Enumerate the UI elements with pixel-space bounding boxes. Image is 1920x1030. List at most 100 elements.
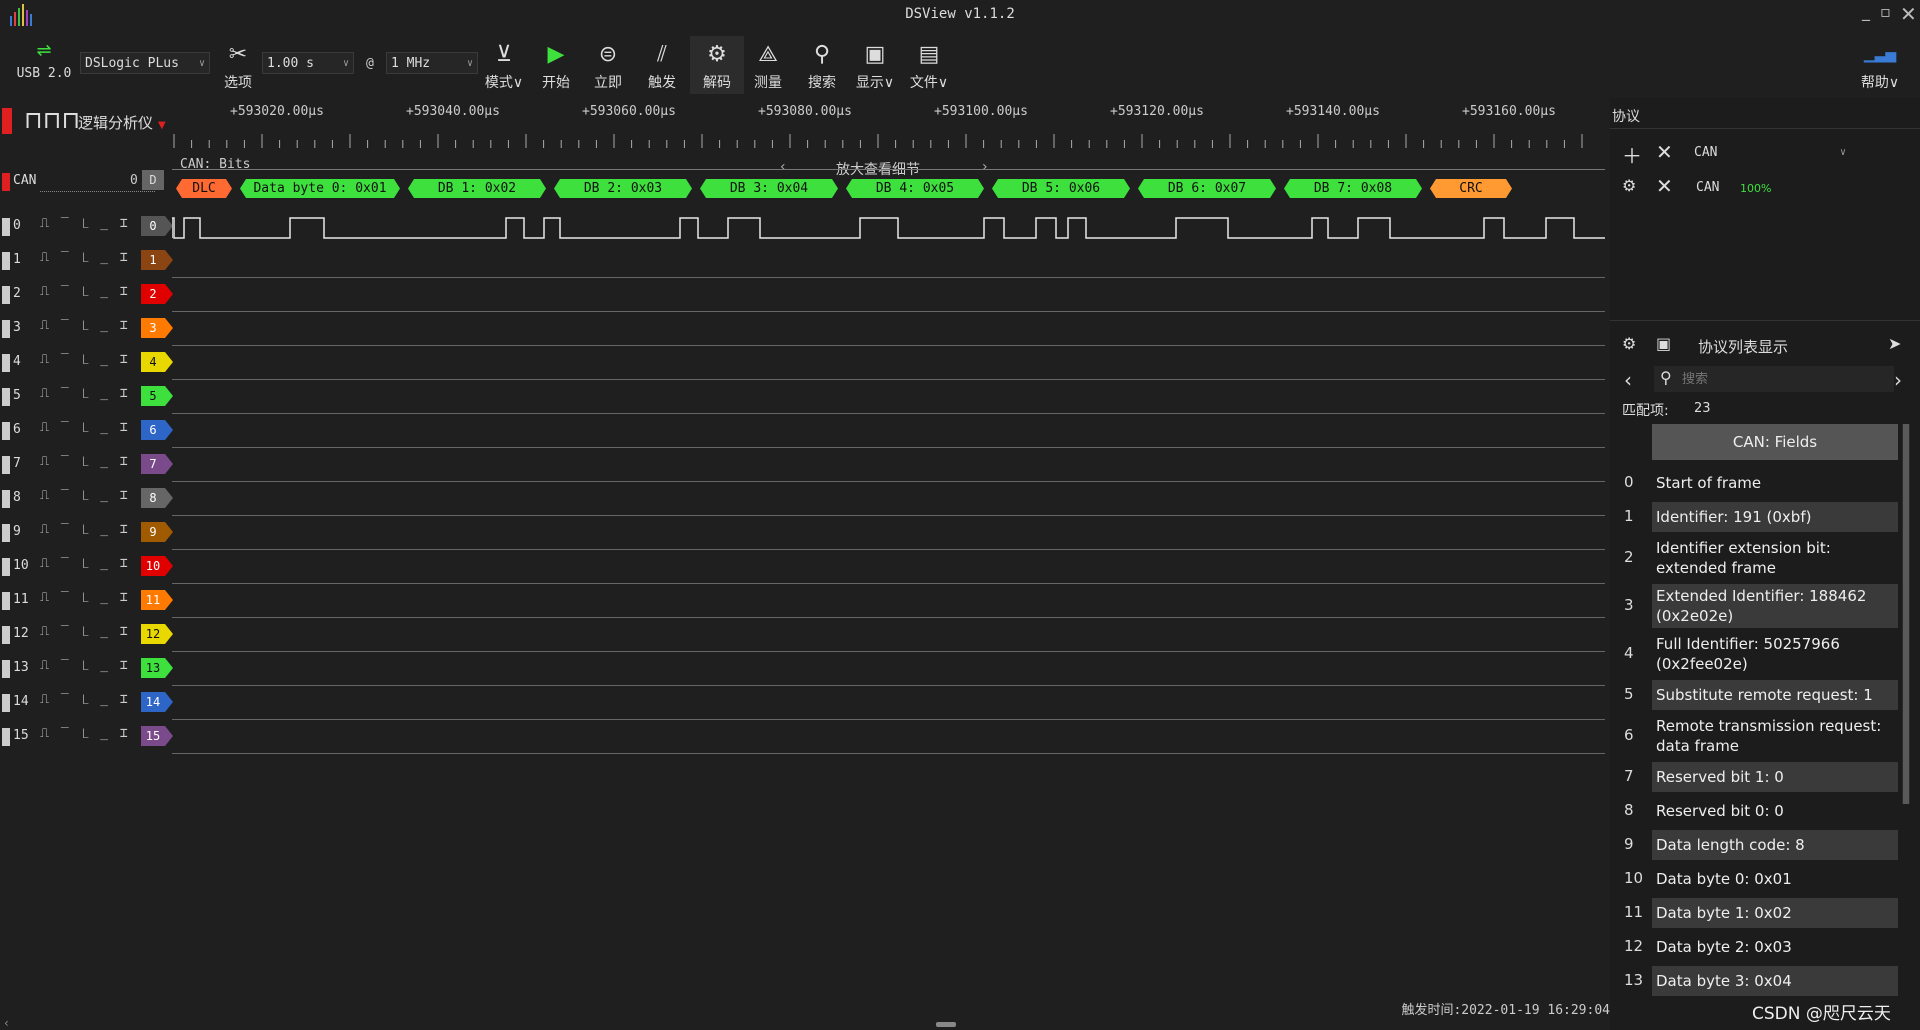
channel-tag[interactable]: 9 (141, 522, 173, 542)
next-match-icon[interactable]: › (1894, 368, 1902, 392)
channel-marker[interactable] (2, 626, 10, 644)
channel-tag[interactable]: 12 (141, 624, 173, 644)
horizontal-scrollbar[interactable]: ‹ (0, 1016, 1605, 1030)
channel-row[interactable]: 10 ⎍ ‾ ⎿ _ ⌶ 10 (0, 550, 1605, 584)
channel-marker[interactable] (2, 422, 10, 440)
trigger-options[interactable]: ⎍ ‾ ⎿ _ ⌶ (40, 488, 130, 503)
channel-tag[interactable]: 14 (141, 692, 173, 712)
close-icon[interactable]: ✕ (1900, 2, 1917, 26)
trigger-options[interactable]: ⎍ ‾ ⎿ _ ⌶ (40, 726, 130, 741)
decoder-row-can[interactable]: CAN 0 D CAN: Bits 放大查看细节 ‹ › DLC Data byt… (0, 157, 1605, 199)
search-input[interactable] (1680, 368, 1884, 390)
channel-marker[interactable] (2, 218, 10, 236)
list-settings-icon[interactable]: ⚙ (1622, 334, 1636, 353)
field-row[interactable]: 3 Extended Identifier: 188462 (0x2e02e) (1610, 584, 1900, 628)
file-button[interactable]: ▤ 文件∨ (906, 40, 952, 92)
trigger-options[interactable]: ⎍ ‾ ⎿ _ ⌶ (40, 420, 130, 435)
channel-tag[interactable]: 13 (141, 658, 173, 678)
duration-select[interactable]: 1.00 s ∨ (262, 52, 354, 74)
channel-marker[interactable] (2, 252, 10, 270)
field-row[interactable]: 1 Identifier: 191 (0xbf) (1610, 502, 1900, 532)
delete-protocol-icon[interactable]: ✕ (1656, 174, 1673, 198)
decoded-frame[interactable]: DB 4: 0x05 (846, 179, 984, 198)
mode-button[interactable]: ⊻ 模式∨ (482, 40, 526, 92)
device-select[interactable]: DSLogic PLus ∨ (80, 52, 210, 74)
channel-tag[interactable]: 2 (141, 284, 173, 304)
vertical-scrollbar[interactable] (1902, 424, 1910, 804)
trigger-options[interactable]: ⎍ ‾ ⎿ _ ⌶ (40, 590, 130, 605)
trigger-options[interactable]: ⎍ ‾ ⎿ _ ⌶ (40, 454, 130, 469)
field-row[interactable]: 2 Identifier extension bit: extended fra… (1610, 536, 1900, 580)
trigger-options[interactable]: ⎍ ‾ ⎿ _ ⌶ (40, 556, 130, 571)
field-row[interactable]: 10 Data byte 0: 0x01 (1610, 864, 1900, 894)
channel-row[interactable]: 0 ⎍ ‾ ⎿ _ ⌶ 0 (0, 210, 1605, 244)
trigger-options[interactable]: ⎍ ‾ ⎿ _ ⌶ (40, 352, 130, 367)
field-row[interactable]: 11 Data byte 1: 0x02 (1610, 898, 1900, 928)
trigger-button[interactable]: ⫽ 触发 (640, 40, 684, 92)
trigger-options[interactable]: ⎍ ‾ ⎿ _ ⌶ (40, 216, 130, 231)
field-row[interactable]: 13 Data byte 3: 0x04 (1610, 966, 1900, 996)
decoded-frame[interactable]: CRC (1430, 179, 1512, 198)
field-row[interactable]: 8 Reserved bit 0: 0 (1610, 796, 1900, 826)
instant-button[interactable]: ⊜ 立即 (586, 40, 630, 92)
channel-row[interactable]: 4 ⎍ ‾ ⎿ _ ⌶ 4 (0, 346, 1605, 380)
prev-match-icon[interactable]: ‹ (1624, 368, 1632, 392)
field-row[interactable]: 9 Data length code: 8 (1610, 830, 1900, 860)
channel-row[interactable]: 3 ⎍ ‾ ⎿ _ ⌶ 3 (0, 312, 1605, 346)
channel-marker[interactable] (2, 728, 10, 746)
channel-row[interactable]: 11 ⎍ ‾ ⎿ _ ⌶ 11 (0, 584, 1605, 618)
help-button[interactable]: ▁▃▅ 帮助∨ (1852, 40, 1908, 92)
field-row[interactable]: 6 Remote transmission request: data fram… (1610, 714, 1900, 758)
channel-tag[interactable]: 1 (141, 250, 173, 270)
channel-row[interactable]: 1 ⎍ ‾ ⎿ _ ⌶ 1 (0, 244, 1605, 278)
channel-tag[interactable]: 15 (141, 726, 173, 746)
decode-button[interactable]: ⚙ 解码 (690, 36, 744, 94)
channel-marker[interactable] (2, 490, 10, 508)
search-box[interactable]: ⚲ (1654, 366, 1894, 392)
field-row[interactable]: 7 Reserved bit 1: 0 (1610, 762, 1900, 792)
channel-marker[interactable] (2, 456, 10, 474)
decoded-frame[interactable]: DB 3: 0x04 (700, 179, 838, 198)
channel-row[interactable]: 14 ⎍ ‾ ⎿ _ ⌶ 14 (0, 686, 1605, 720)
add-protocol-icon[interactable]: ＋ (1622, 140, 1642, 169)
channel-marker[interactable] (2, 592, 10, 610)
trigger-options[interactable]: ⎍ ‾ ⎿ _ ⌶ (40, 658, 130, 673)
decoded-frame[interactable]: DB 6: 0x07 (1138, 179, 1276, 198)
decoded-frame[interactable]: Data byte 0: 0x01 (240, 179, 400, 198)
channel-marker[interactable] (2, 524, 10, 542)
start-button[interactable]: ▶ 开始 (534, 40, 578, 92)
channel-row[interactable]: 8 ⎍ ‾ ⎿ _ ⌶ 8 (0, 482, 1605, 516)
channel-marker[interactable] (2, 660, 10, 678)
decoded-frame[interactable]: DLC (176, 179, 232, 198)
remove-protocol-icon[interactable]: ✕ (1656, 140, 1673, 164)
scroll-thumb[interactable] (936, 1022, 956, 1027)
channel-row[interactable]: 12 ⎍ ‾ ⎿ _ ⌶ 12 (0, 618, 1605, 652)
channel-tag[interactable]: 7 (141, 454, 173, 474)
scroll-left-icon[interactable]: ‹ (4, 1016, 9, 1030)
trigger-options[interactable]: ⎍ ‾ ⎿ _ ⌶ (40, 386, 130, 401)
decoded-frame[interactable]: DB 2: 0x03 (554, 179, 692, 198)
field-row[interactable]: 0 Start of frame (1610, 468, 1900, 498)
display-button[interactable]: ▣ 显示∨ (852, 40, 898, 92)
trigger-options[interactable]: ⎍ ‾ ⎿ _ ⌶ (40, 692, 130, 707)
field-row[interactable]: 4 Full Identifier: 50257966 (0x2fee02e) (1610, 632, 1900, 676)
decoded-frame[interactable]: DB 1: 0x02 (408, 179, 546, 198)
channel-marker[interactable] (2, 388, 10, 406)
channel-marker[interactable] (2, 694, 10, 712)
options-button[interactable]: ✂ 选项 (218, 40, 258, 92)
navigate-icon[interactable]: ➤ (1888, 334, 1901, 353)
channel-row[interactable]: 6 ⎍ ‾ ⎿ _ ⌶ 6 (0, 414, 1605, 448)
channel-tag[interactable]: 5 (141, 386, 173, 406)
trigger-options[interactable]: ⎍ ‾ ⎿ _ ⌶ (40, 284, 130, 299)
channel-tag[interactable]: 8 (141, 488, 173, 508)
protocol-settings-icon[interactable]: ⚙ (1622, 176, 1636, 195)
measure-button[interactable]: ⟁ 测量 (746, 40, 790, 92)
channel-tag[interactable]: 6 (141, 420, 173, 440)
save-icon[interactable]: ▣ (1656, 334, 1671, 353)
minimize-icon[interactable]: _ (1862, 2, 1870, 21)
decoded-frame[interactable]: DB 5: 0x06 (992, 179, 1130, 198)
field-row[interactable]: 12 Data byte 2: 0x03 (1610, 932, 1900, 962)
channel-marker[interactable] (2, 320, 10, 338)
decoded-frame[interactable]: DB 7: 0x08 (1284, 179, 1422, 198)
channel-row[interactable]: 9 ⎍ ‾ ⎿ _ ⌶ 9 (0, 516, 1605, 550)
